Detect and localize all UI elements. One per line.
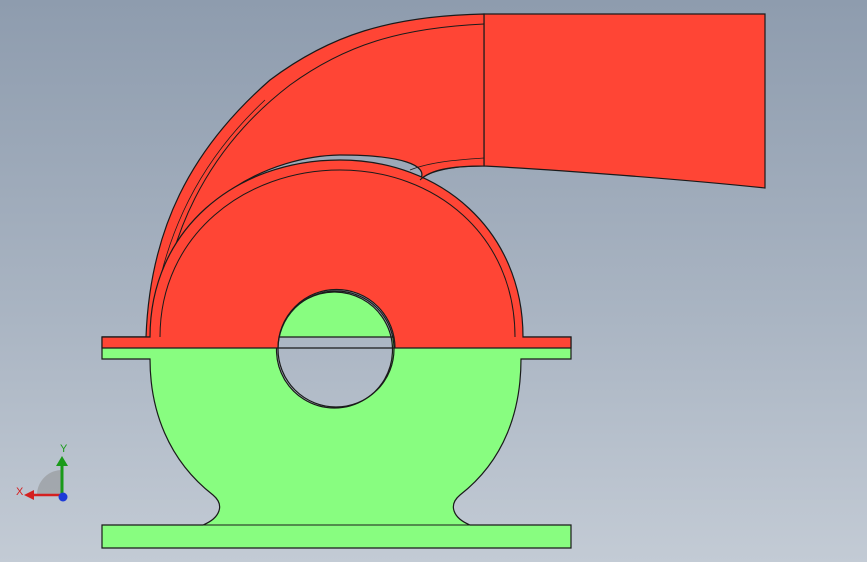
pump-model[interactable]: [0, 0, 867, 562]
y-axis-label: Y: [60, 443, 68, 455]
discharge-pipe: [483, 13, 766, 189]
x-axis-label: X: [16, 486, 24, 498]
graphics-viewport[interactable]: X Y: [0, 0, 867, 562]
axis-triad-icon: [24, 456, 68, 502]
volute-casing[interactable]: [101, 13, 766, 349]
